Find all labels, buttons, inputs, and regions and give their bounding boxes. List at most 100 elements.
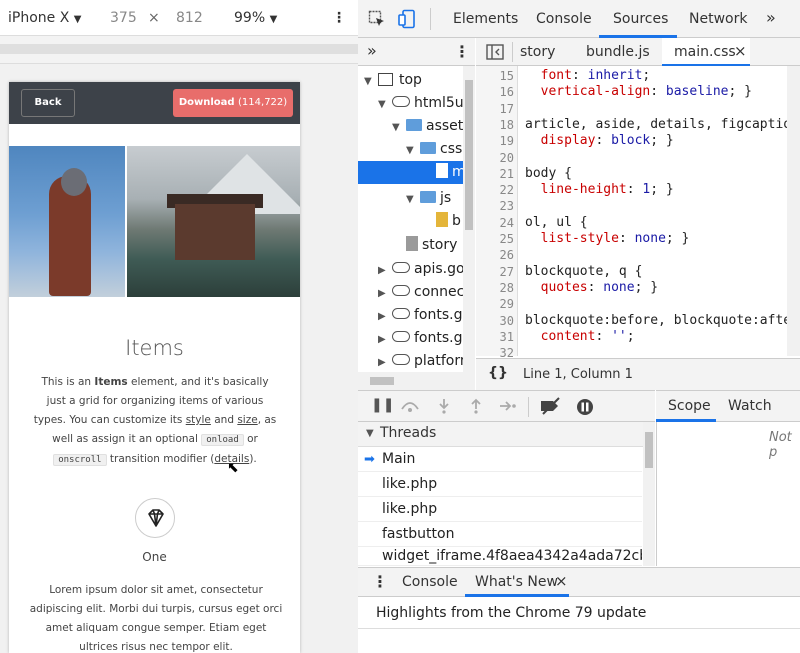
width-input[interactable]: 375 bbox=[110, 10, 137, 26]
thread-item[interactable]: fastbutton bbox=[358, 522, 642, 547]
device-toolbar-icon[interactable] bbox=[398, 9, 416, 29]
threads-section-header[interactable]: ▼ Threads bbox=[358, 422, 655, 447]
line-number[interactable]: 28 bbox=[476, 281, 514, 295]
download-count: (114,722) bbox=[238, 97, 288, 108]
tab-sources[interactable]: Sources bbox=[613, 11, 668, 27]
line-number[interactable]: 22 bbox=[476, 183, 514, 197]
tree-item-apis[interactable]: ▶ apis.goo bbox=[378, 258, 473, 281]
zoom-select[interactable]: 99% ▼ bbox=[234, 10, 277, 26]
tree-item-connect[interactable]: ▶ connect bbox=[378, 281, 470, 304]
tree-item-story[interactable]: story bbox=[406, 234, 457, 257]
threads-title: Threads bbox=[380, 425, 437, 441]
line-number[interactable]: 31 bbox=[476, 330, 514, 344]
thread-label: Main bbox=[382, 451, 416, 467]
code-line: quotes: none; } bbox=[540, 280, 659, 295]
more-tabs-icon[interactable]: » bbox=[766, 8, 776, 27]
horizontal-scroll-thumb[interactable] bbox=[370, 377, 394, 385]
editor-tab-bundle-js[interactable]: bundle.js bbox=[586, 44, 650, 60]
drawer-menu-icon[interactable]: ⋮ bbox=[372, 572, 388, 591]
tree-item-assets[interactable]: ▼ assets bbox=[392, 115, 471, 138]
tree-item-fonts-go[interactable]: ▶ fonts.go bbox=[378, 304, 471, 327]
tab-watch[interactable]: Watch bbox=[728, 398, 772, 414]
toggle-navigator-icon[interactable] bbox=[486, 44, 504, 60]
tree-item-bundle-js[interactable]: b bbox=[436, 210, 461, 233]
line-number[interactable]: 21 bbox=[476, 167, 514, 181]
line-number[interactable]: 20 bbox=[476, 151, 514, 165]
expand-arrow-icon: ▼ bbox=[392, 122, 400, 133]
inspect-element-icon[interactable] bbox=[368, 10, 386, 28]
dropdown-arrow-icon: ▼ bbox=[73, 14, 82, 25]
thread-item[interactable]: widget_iframe.4f8aea4342a4ada72cba... bbox=[358, 547, 642, 566]
editor-tab-main-css[interactable]: main.css × bbox=[662, 38, 750, 66]
threads-scroll-thumb[interactable] bbox=[645, 432, 653, 468]
navigator-horizontal-scrollbar[interactable] bbox=[358, 372, 475, 390]
desc-text: This is an bbox=[41, 376, 95, 388]
navigator-scroll-thumb[interactable] bbox=[465, 80, 473, 230]
device-name: iPhone X bbox=[8, 10, 70, 26]
tree-item-platform[interactable]: ▶ platform bbox=[378, 350, 474, 372]
download-button[interactable]: Download (114,722) bbox=[173, 89, 293, 117]
current-thread-arrow-icon: ➡ bbox=[364, 452, 375, 467]
step-over-icon[interactable] bbox=[400, 399, 420, 413]
size-link[interactable]: size bbox=[237, 414, 257, 426]
device-select[interactable]: iPhone X ▼ bbox=[8, 10, 81, 26]
line-number[interactable]: 15 bbox=[476, 69, 514, 83]
step-into-icon[interactable] bbox=[438, 398, 450, 414]
style-link[interactable]: style bbox=[186, 414, 211, 426]
close-tab-icon[interactable]: × bbox=[734, 42, 747, 60]
desc-text: ). bbox=[249, 453, 257, 465]
tree-item-fonts-gs[interactable]: ▶ fonts.gs bbox=[378, 327, 470, 350]
more-options-icon[interactable]: ⋮ bbox=[332, 10, 346, 26]
pause-icon[interactable]: ❚❚ bbox=[371, 397, 394, 413]
deactivate-breakpoints-icon[interactable] bbox=[539, 397, 563, 415]
line-number[interactable]: 29 bbox=[476, 297, 514, 311]
navigator-menu-icon[interactable]: ⋮ bbox=[454, 42, 470, 61]
tree-item-top[interactable]: ▼ top bbox=[364, 69, 422, 92]
tree-item-css[interactable]: ▼ css bbox=[406, 138, 462, 161]
navigator-more-icon[interactable]: » bbox=[367, 41, 377, 60]
editor-tab-story[interactable]: story bbox=[520, 44, 555, 60]
pause-on-exceptions-icon[interactable] bbox=[575, 397, 595, 417]
drawer-tab-console[interactable]: Console bbox=[402, 574, 458, 590]
expand-arrow-icon: ▼ bbox=[406, 194, 414, 205]
tree-item-js[interactable]: ▼ js bbox=[406, 187, 451, 210]
line-number[interactable]: 19 bbox=[476, 134, 514, 148]
drawer-tab-whats-new[interactable]: What's New bbox=[475, 574, 558, 590]
thread-item[interactable]: like.php bbox=[358, 497, 642, 522]
item-label: One bbox=[142, 550, 167, 564]
tab-elements[interactable]: Elements bbox=[453, 11, 518, 27]
tab-network[interactable]: Network bbox=[689, 11, 747, 27]
line-number[interactable]: 26 bbox=[476, 248, 514, 262]
line-number[interactable]: 25 bbox=[476, 232, 514, 246]
line-number[interactable]: 18 bbox=[476, 118, 514, 132]
back-button[interactable]: Back bbox=[21, 89, 75, 117]
step-out-icon[interactable] bbox=[470, 398, 482, 414]
thread-item[interactable]: like.php bbox=[358, 472, 642, 497]
line-number[interactable]: 16 bbox=[476, 85, 514, 99]
tree-item-html5up[interactable]: ▼ html5up bbox=[378, 92, 473, 115]
tree-item-main-css[interactable]: m bbox=[358, 161, 475, 184]
line-number[interactable]: 27 bbox=[476, 265, 514, 279]
height-input[interactable]: 812 bbox=[176, 10, 203, 26]
editor-scrollbar[interactable] bbox=[787, 66, 800, 356]
pretty-print-icon[interactable]: {} bbox=[488, 365, 508, 381]
editor-tab-label: main.css bbox=[674, 44, 736, 60]
drawer-divider bbox=[358, 628, 800, 629]
tab-scope[interactable]: Scope bbox=[668, 398, 711, 414]
editor-status-bar: {} Line 1, Column 1 bbox=[476, 358, 800, 390]
folder-icon bbox=[420, 191, 436, 203]
line-number[interactable]: 17 bbox=[476, 102, 514, 116]
toolbar-divider bbox=[528, 397, 529, 417]
file-navigator: ▼ top ▼ html5up ▼ assets ▼ css m ▼ js b story… bbox=[358, 66, 475, 372]
file-icon bbox=[406, 236, 418, 251]
code-onscroll: onscroll bbox=[53, 454, 107, 466]
close-drawer-tab-icon[interactable]: × bbox=[555, 572, 568, 590]
thread-item-main[interactable]: ➡ Main bbox=[358, 447, 642, 472]
line-number[interactable]: 30 bbox=[476, 314, 514, 328]
step-icon[interactable] bbox=[499, 400, 517, 412]
item-icon-circle bbox=[135, 498, 175, 538]
tab-console[interactable]: Console bbox=[536, 11, 592, 27]
line-number[interactable]: 23 bbox=[476, 199, 514, 213]
folder-icon bbox=[406, 119, 422, 131]
line-number[interactable]: 24 bbox=[476, 216, 514, 230]
